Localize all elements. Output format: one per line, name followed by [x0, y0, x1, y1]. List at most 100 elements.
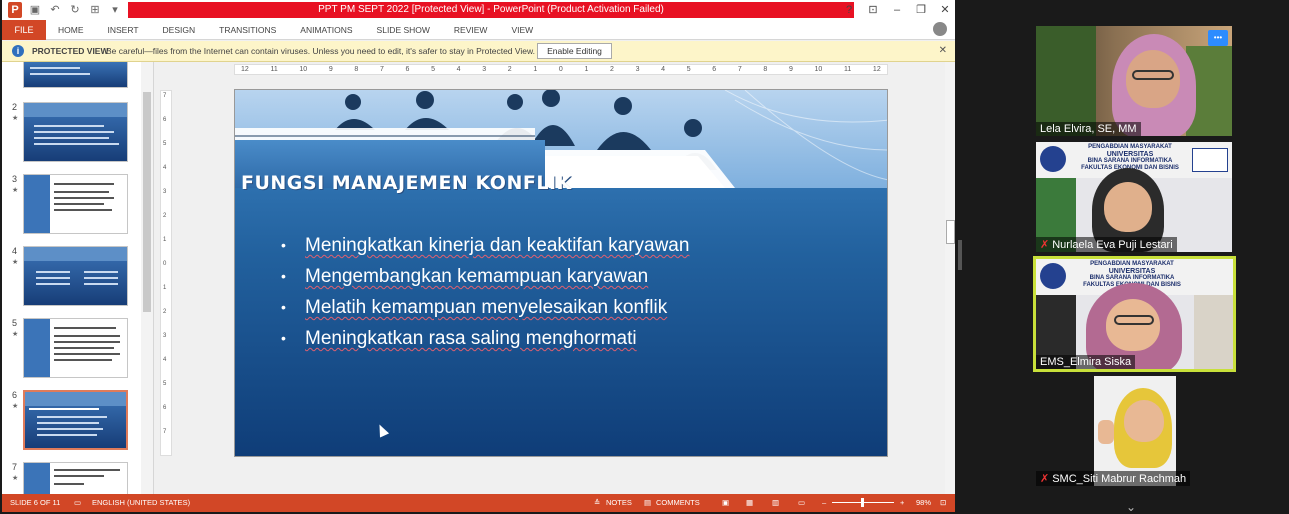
- slide-canvas[interactable]: FUNGSI MANAJEMEN KONFLIK • Meningkatkan k…: [234, 89, 888, 457]
- spellcheck-icon[interactable]: ▭: [74, 498, 81, 507]
- participant-tile[interactable]: ••• Lela Elvira, SE, MM: [1036, 26, 1232, 136]
- ruler-tick: 1: [584, 66, 589, 73]
- ruler-tick: 2: [610, 66, 614, 73]
- bullet-item: • Meningkatkan rasa saling menghormati: [281, 323, 689, 354]
- bullet-item: • Melatih kemampuan menyelesaikan konflik: [281, 292, 689, 323]
- slide-thumbnail-1[interactable]: [23, 62, 128, 88]
- slide-indicator: SLIDE 6 OF 11: [10, 498, 61, 507]
- ruler-tick: 4: [661, 66, 666, 73]
- bullet-icon: •: [281, 268, 286, 284]
- ruler-tick: 6: [405, 66, 410, 73]
- vertical-ruler: 7 6 5 4 3 2 1 0 1 2 3 4 5 6 7: [160, 90, 172, 456]
- user-avatar-icon[interactable]: [933, 22, 947, 36]
- language-indicator[interactable]: ENGLISH (UNITED STATES): [92, 498, 190, 507]
- slideshow-icon[interactable]: ⊞: [88, 2, 102, 18]
- zoom-out-icon[interactable]: –: [822, 498, 826, 507]
- zoom-slider-thumb[interactable]: [861, 498, 864, 507]
- tab-review[interactable]: REVIEW: [442, 20, 500, 40]
- participant-tile[interactable]: ✗ SMC_Siti Mabrur Rachmah: [1036, 376, 1232, 486]
- ruler-tick: 1: [533, 66, 538, 73]
- thumbnail-scrollbar[interactable]: [141, 62, 153, 494]
- tab-view[interactable]: VIEW: [499, 20, 545, 40]
- ruler-tick: 7: [379, 66, 384, 73]
- powerpoint-logo-icon: P: [8, 2, 22, 18]
- tab-animations[interactable]: ANIMATIONS: [288, 20, 364, 40]
- slide-thumbnail-4[interactable]: [23, 246, 128, 306]
- bullet-icon: •: [281, 299, 286, 315]
- ruler-tick: 0: [163, 261, 167, 267]
- slide-number: 2: [12, 102, 18, 112]
- ruler-tick: 7: [737, 66, 742, 73]
- panel-resize-handle[interactable]: [958, 240, 962, 270]
- ruler-tick: 7: [163, 93, 167, 99]
- animation-star-icon: ★: [12, 259, 19, 266]
- help-icon[interactable]: ?: [843, 2, 855, 18]
- bullet-item: • Mengembangkan kemampuan karyawan: [281, 261, 689, 292]
- slide-bullet-list: • Meningkatkan kinerja dan keaktifan kary…: [281, 230, 689, 354]
- comments-button[interactable]: COMMENTS: [656, 498, 700, 507]
- reading-view-icon[interactable]: ▥: [772, 498, 779, 507]
- redo-icon[interactable]: ↻: [68, 2, 82, 18]
- zoom-level[interactable]: 98%: [916, 498, 931, 507]
- ruler-tick: 3: [163, 333, 167, 339]
- ruler-tick: 6: [712, 66, 717, 73]
- notes-icon[interactable]: ≙: [594, 498, 600, 507]
- tab-insert[interactable]: INSERT: [96, 20, 151, 40]
- quick-access-toolbar: P ▣ ↶ ↻ ⊞ ▾: [8, 2, 122, 18]
- slide-sorter-icon[interactable]: ▦: [746, 498, 753, 507]
- ruler-tick: 12: [872, 66, 881, 73]
- ruler-tick: 11: [270, 66, 278, 73]
- slideshow-view-icon[interactable]: ▭: [798, 498, 805, 507]
- ruler-tick: 5: [686, 66, 691, 73]
- animation-star-icon: ★: [12, 403, 19, 410]
- bullet-icon: •: [281, 237, 286, 253]
- slide-number: 6: [12, 390, 18, 400]
- tab-transitions[interactable]: TRANSITIONS: [207, 20, 288, 40]
- tab-design[interactable]: DESIGN: [151, 20, 208, 40]
- ruler-tick: 10: [814, 66, 823, 73]
- undo-icon[interactable]: ↶: [48, 2, 62, 18]
- enable-editing-button[interactable]: Enable Editing: [537, 43, 612, 59]
- minimize-icon[interactable]: –: [891, 2, 903, 18]
- more-options-button[interactable]: •••: [1208, 30, 1228, 46]
- notes-button[interactable]: NOTES: [606, 498, 632, 507]
- tab-file[interactable]: FILE: [2, 20, 46, 40]
- close-icon[interactable]: ✕: [939, 2, 951, 18]
- ruler-tick: 9: [328, 66, 333, 73]
- fit-slide-icon[interactable]: ⊡: [940, 498, 946, 507]
- slide-thumbnail-6-selected[interactable]: [23, 390, 128, 450]
- zoom-in-icon[interactable]: +: [900, 498, 904, 507]
- ruler-tick: 3: [635, 66, 640, 73]
- window-title: PPT PM SEPT 2022 [Protected View] - Powe…: [128, 2, 854, 18]
- ruler-tick: 1: [163, 285, 167, 291]
- save-icon[interactable]: ▣: [28, 2, 42, 18]
- comments-icon[interactable]: ▤: [644, 498, 651, 507]
- ribbon-display-icon[interactable]: ⊡: [867, 2, 879, 18]
- normal-view-icon[interactable]: ▣: [722, 498, 729, 507]
- participant-tile-active-speaker[interactable]: PENGABDIAN MASYARAKAT UNIVERSITAS BINA SAR…: [1033, 256, 1236, 372]
- ruler-tick: 12: [241, 66, 249, 73]
- tab-home[interactable]: HOME: [46, 20, 96, 40]
- ruler-tick: 4: [163, 357, 167, 363]
- ruler-tick: 11: [843, 66, 852, 73]
- slide-thumbnail-5[interactable]: [23, 318, 128, 378]
- ruler-tick: 5: [431, 66, 435, 73]
- participant-name: ✗ Nurlaela Eva Puji Lestari: [1036, 237, 1177, 252]
- bullet-text: Melatih kemampuan menyelesaikan konflik: [305, 297, 668, 318]
- close-bar-icon[interactable]: ✕: [939, 45, 947, 56]
- ruler-tick: 4: [163, 165, 167, 171]
- ruler-tick: 2: [163, 213, 167, 219]
- slide-thumbnail-3[interactable]: [23, 174, 128, 234]
- restore-icon[interactable]: ❐: [915, 2, 927, 18]
- bullet-text: Meningkatkan rasa saling menghormati: [305, 328, 637, 349]
- tab-slide-show[interactable]: SLIDE SHOW: [365, 20, 442, 40]
- participant-tile[interactable]: PENGABDIAN MASYARAKAT UNIVERSITAS BINA SAR…: [1036, 142, 1232, 252]
- slide-thumbnail-7[interactable]: [23, 462, 128, 494]
- slide-thumbnail-pane: 2 ★ 3 ★ 4 ★ 5 ★ 6 ★ 7 ★: [2, 62, 154, 494]
- slide-thumbnail-2[interactable]: [23, 102, 128, 162]
- customize-qat-icon[interactable]: ▾: [108, 2, 122, 18]
- animation-star-icon: ★: [12, 115, 19, 122]
- bullet-text: Mengembangkan kemampuan karyawan: [305, 266, 649, 287]
- slide-scrollbar[interactable]: [945, 62, 955, 494]
- protected-view-message: Be careful—files from the Internet can c…: [106, 46, 536, 56]
